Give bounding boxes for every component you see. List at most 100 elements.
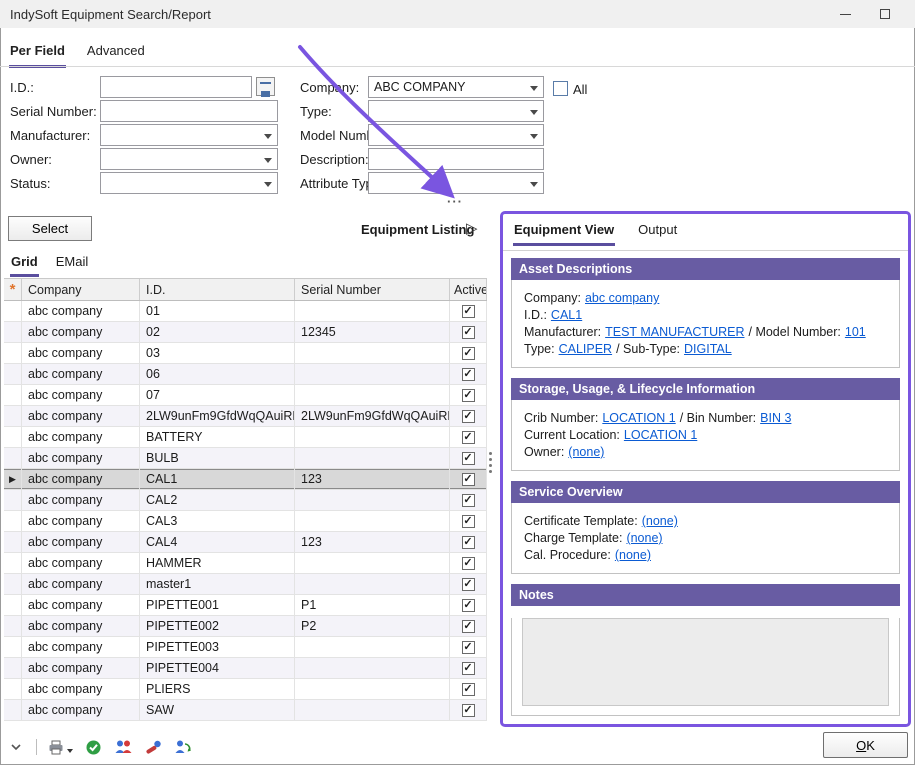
column-header-active[interactable]: Active [450,279,487,300]
play-icon[interactable]: ▷ [466,219,478,237]
table-row[interactable]: abc companyPIPETTE001P1✓ [4,595,487,616]
active-checkbox[interactable]: ✓ [462,557,475,570]
column-header-serial[interactable]: Serial Number [295,279,450,300]
charge-template-link[interactable]: (none) [626,531,662,545]
toolbar-menu-button[interactable] [6,736,26,758]
row-selector [4,637,22,657]
horizontal-splitter-handle[interactable]: ··· [447,194,463,209]
table-row[interactable]: abc companymaster1✓ [4,574,487,595]
selector-column-header[interactable]: * [4,279,22,300]
type-dropdown[interactable] [368,100,544,122]
active-checkbox[interactable]: ✓ [462,578,475,591]
all-checkbox[interactable] [553,81,568,96]
model-number-link[interactable]: 101 [845,325,866,339]
ok-button[interactable]: OK [823,732,908,758]
cell-active: ✓ [450,637,487,657]
print-button[interactable] [47,736,73,758]
tab-output[interactable]: Output [637,220,678,246]
id-lookup-button[interactable] [256,77,275,96]
certificate-template-link[interactable]: (none) [642,514,678,528]
model-dropdown[interactable] [368,124,544,146]
table-row[interactable]: ▶abc companyCAL1123✓ [4,469,487,490]
maximize-button[interactable] [865,0,905,28]
table-row[interactable]: abc company07✓ [4,385,487,406]
table-row[interactable]: abc companyBATTERY✓ [4,427,487,448]
table-row[interactable]: abc companyPIPETTE002P2✓ [4,616,487,637]
active-checkbox[interactable]: ✓ [462,389,475,402]
cell-id: PIPETTE003 [140,637,295,657]
manufacturer-dropdown[interactable] [100,124,278,146]
tab-equipment-view[interactable]: Equipment View [513,220,615,246]
row-selector [4,595,22,615]
active-checkbox[interactable]: ✓ [462,683,475,696]
table-row[interactable]: abc companyPIPETTE004✓ [4,658,487,679]
active-checkbox[interactable]: ✓ [462,662,475,675]
active-checkbox[interactable]: ✓ [462,641,475,654]
cal-procedure-link[interactable]: (none) [615,548,651,562]
active-checkbox[interactable]: ✓ [462,347,475,360]
tab-per-field[interactable]: Per Field [9,40,66,68]
type-link[interactable]: CALIPER [559,342,613,356]
id-input[interactable] [100,76,252,98]
company-link[interactable]: abc company [585,291,659,305]
user-sync-button[interactable] [173,736,193,758]
table-row[interactable]: abc companySAW✓ [4,700,487,721]
active-checkbox[interactable]: ✓ [462,494,475,507]
vertical-splitter-handle[interactable] [489,452,492,473]
active-checkbox[interactable]: ✓ [462,326,475,339]
active-checkbox[interactable]: ✓ [462,410,475,423]
serial-input[interactable] [100,100,278,122]
table-row[interactable]: abc company06✓ [4,364,487,385]
active-checkbox[interactable]: ✓ [462,599,475,612]
active-checkbox[interactable]: ✓ [462,452,475,465]
active-checkbox[interactable]: ✓ [462,536,475,549]
owner-dropdown[interactable] [100,148,278,170]
table-row[interactable]: abc company0212345✓ [4,322,487,343]
subtype-link[interactable]: DIGITAL [684,342,732,356]
owner-link[interactable]: (none) [568,445,604,459]
notes-textarea[interactable] [522,618,889,706]
column-header-company[interactable]: Company [22,279,140,300]
table-row[interactable]: abc companyHAMMER✓ [4,553,487,574]
table-row[interactable]: abc companyCAL3✓ [4,511,487,532]
validate-button[interactable] [83,736,103,758]
active-checkbox[interactable]: ✓ [462,431,475,444]
table-row[interactable]: abc companyCAL2✓ [4,490,487,511]
id-link[interactable]: CAL1 [551,308,582,322]
users-button[interactable] [113,736,133,758]
active-checkbox[interactable]: ✓ [462,473,475,486]
active-checkbox[interactable]: ✓ [462,305,475,318]
active-checkbox[interactable]: ✓ [462,704,475,717]
attribute-type-dropdown[interactable] [368,172,544,194]
bin-number-link[interactable]: BIN 3 [760,411,791,425]
minimize-button[interactable] [825,0,865,28]
chevron-down-icon [264,158,272,163]
crib-number-link[interactable]: LOCATION 1 [602,411,675,425]
tab-grid[interactable]: Grid [10,252,39,277]
company-dropdown[interactable]: ABC COMPANY [368,76,544,98]
table-row[interactable]: abc companyPLIERS✓ [4,679,487,700]
status-dropdown[interactable] [100,172,278,194]
select-button[interactable]: Select [8,216,92,241]
table-row[interactable]: abc company03✓ [4,343,487,364]
manufacturer-link[interactable]: TEST MANUFACTURER [605,325,744,339]
table-row[interactable]: abc companyCAL4123✓ [4,532,487,553]
current-location-link[interactable]: LOCATION 1 [624,428,697,442]
description-input[interactable] [368,148,544,170]
chevron-down-icon [530,86,538,91]
table-row[interactable]: abc company2LW9unFm9GfdWqQAuiRMLI2LW9unF… [4,406,487,427]
active-checkbox[interactable]: ✓ [462,515,475,528]
table-row[interactable]: abc company01✓ [4,301,487,322]
cell-company: abc company [22,322,140,342]
active-checkbox[interactable]: ✓ [462,620,475,633]
active-checkbox[interactable]: ✓ [462,368,475,381]
cell-serial [295,658,450,678]
cell-serial: 123 [295,532,450,552]
tab-email[interactable]: EMail [55,252,90,277]
tools-button[interactable] [143,736,163,758]
tab-advanced[interactable]: Advanced [86,40,146,68]
table-row[interactable]: abc companyBULB✓ [4,448,487,469]
table-row[interactable]: abc companyPIPETTE003✓ [4,637,487,658]
column-header-id[interactable]: I.D. [140,279,295,300]
cell-id: master1 [140,574,295,594]
